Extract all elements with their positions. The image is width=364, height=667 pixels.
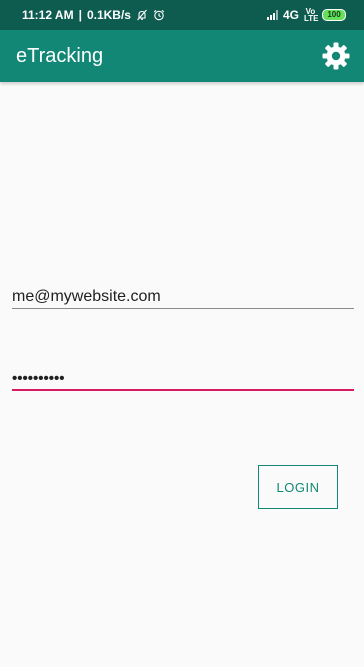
status-right: 4G Vo LTE 100: [266, 8, 346, 23]
status-speed: 0.1KB/s: [86, 8, 131, 22]
app-bar: eTracking: [0, 30, 364, 82]
volte-bottom: LTE: [304, 14, 319, 23]
settings-button[interactable]: [318, 38, 354, 74]
app-title: eTracking: [16, 44, 104, 67]
email-input[interactable]: [12, 282, 354, 308]
volte-indicator: Vo LTE: [304, 8, 319, 23]
alarm-icon: [153, 9, 165, 21]
notifications-muted-icon: [137, 9, 147, 21]
status-time: 11:12 AM: [22, 8, 74, 22]
gear-icon: [322, 42, 350, 70]
status-left: 11:12 AM | 0.1KB/s: [22, 8, 165, 22]
network-type: 4G: [282, 8, 299, 22]
screen: 11:12 AM | 0.1KB/s 4G Vo LTE 100 eTracki…: [0, 0, 364, 667]
password-field[interactable]: [12, 363, 354, 391]
battery-icon: 100: [322, 9, 346, 21]
status-separator: |: [78, 8, 82, 22]
login-button[interactable]: LOGIN: [258, 465, 338, 509]
password-input[interactable]: [12, 363, 354, 389]
status-bar: 11:12 AM | 0.1KB/s 4G Vo LTE 100: [0, 0, 364, 30]
signal-icon: [266, 10, 278, 20]
email-field[interactable]: [12, 282, 354, 309]
